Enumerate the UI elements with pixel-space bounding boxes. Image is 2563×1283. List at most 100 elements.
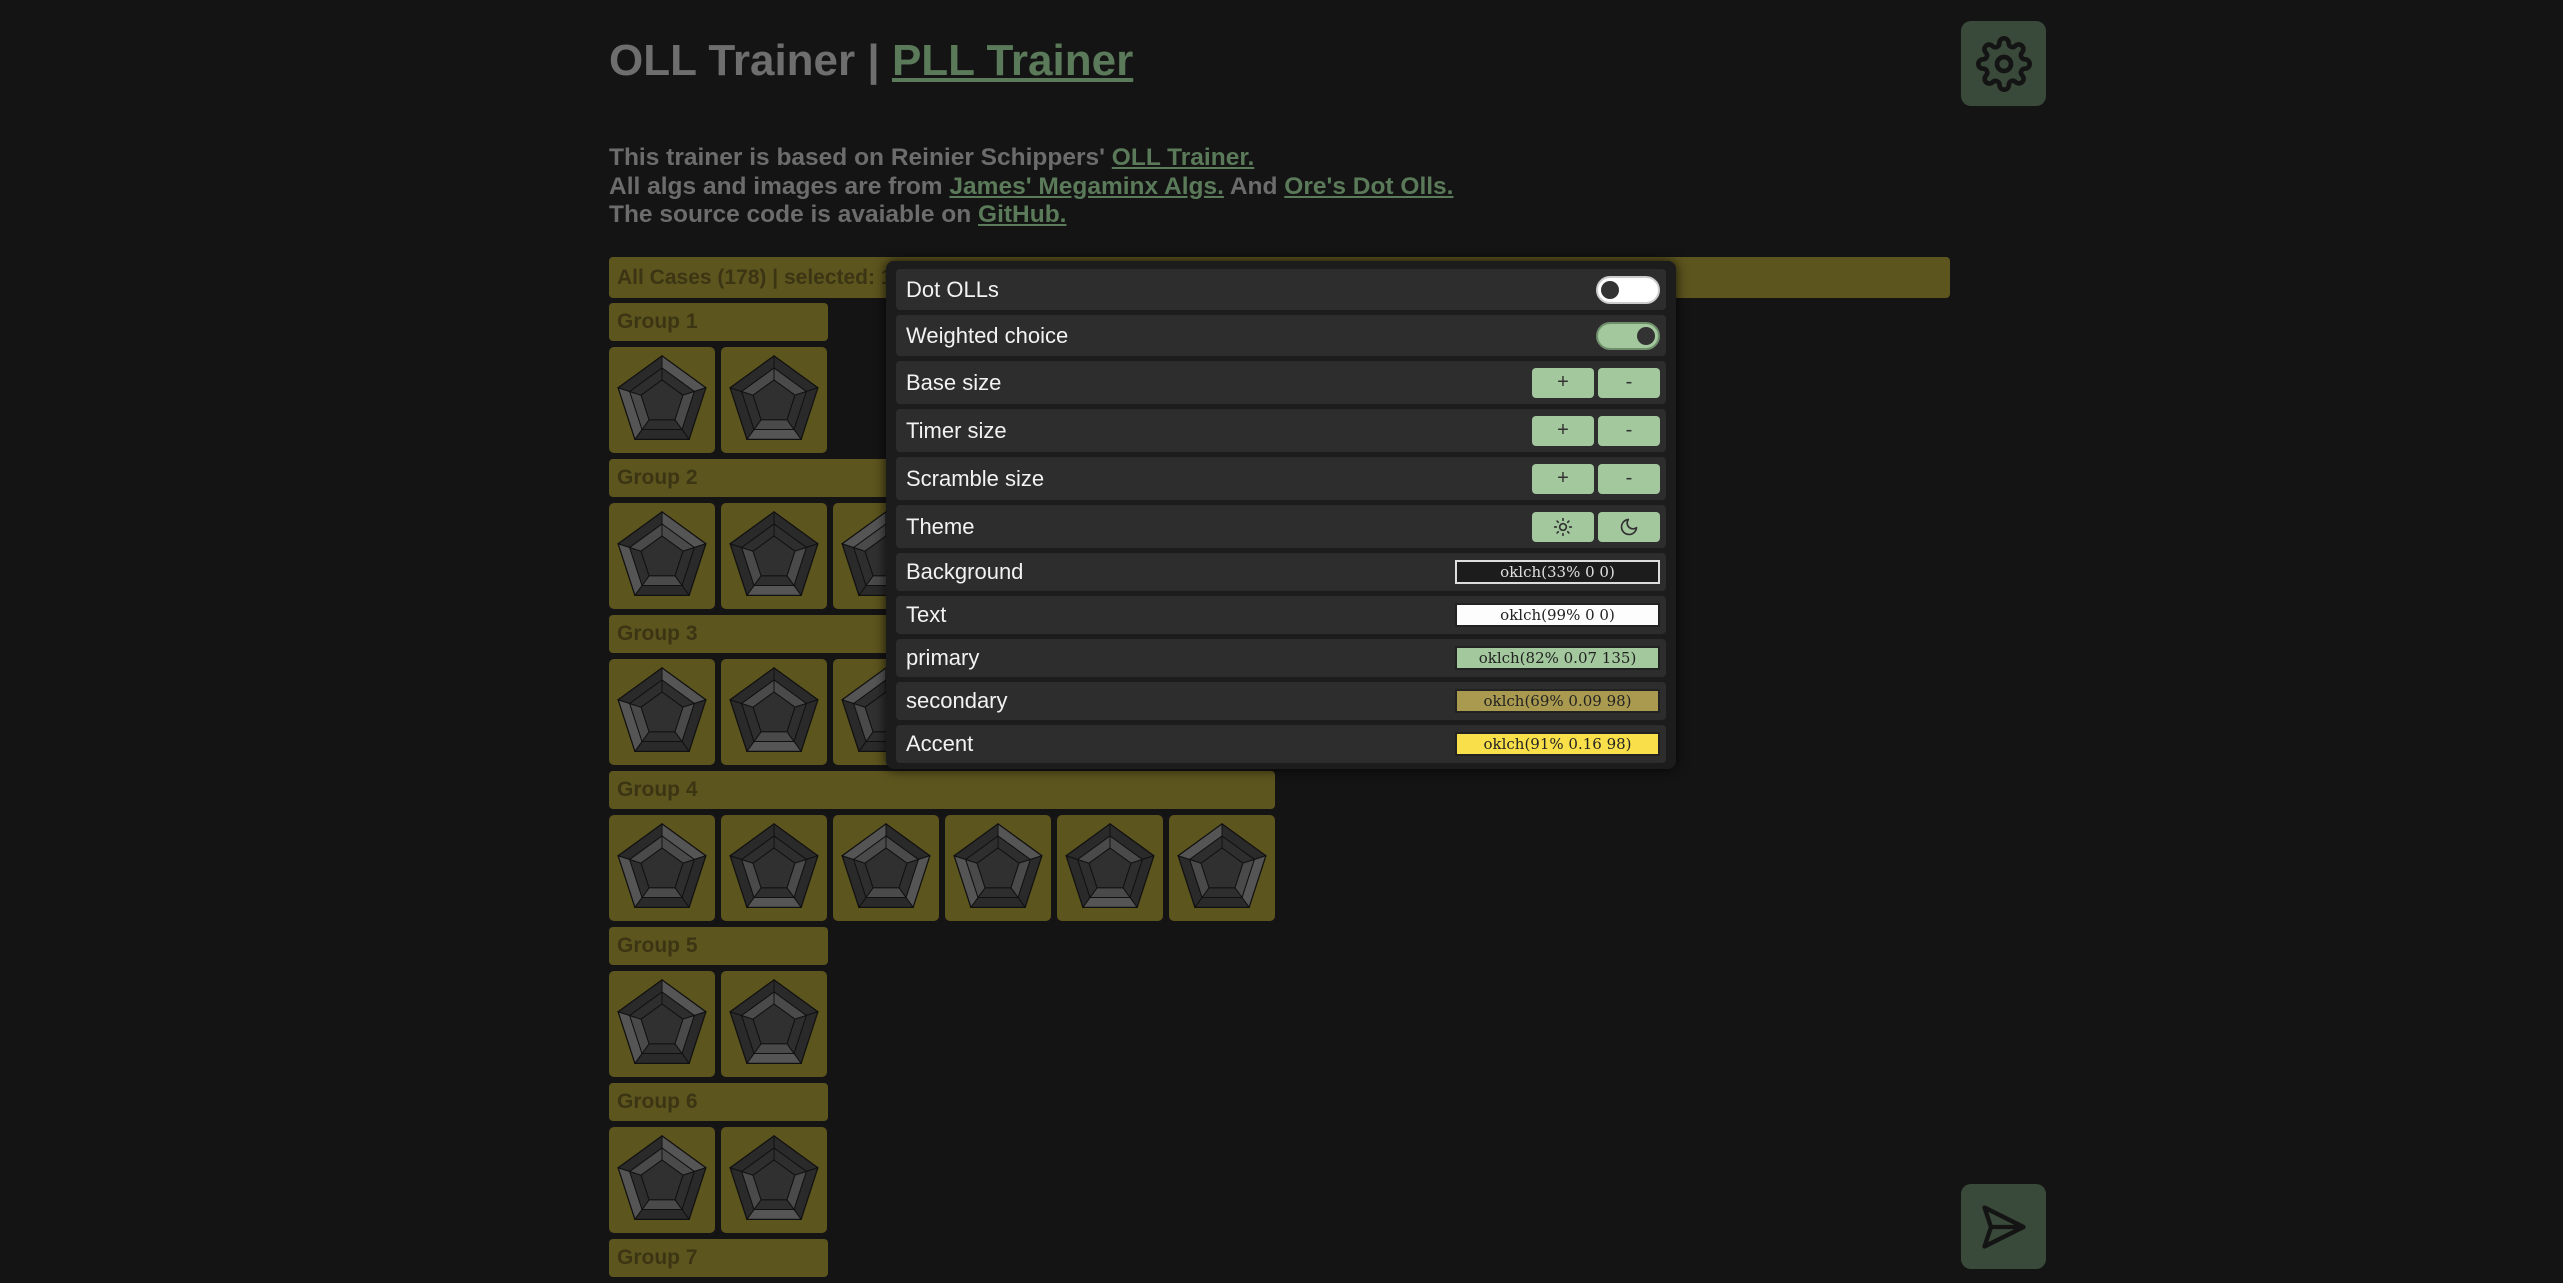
setting-primary: primary oklch(82% 0.07 135) <box>896 639 1666 677</box>
case-tile[interactable] <box>1057 815 1163 921</box>
title-separator: | <box>867 36 880 85</box>
megaminx-case-icon <box>617 1135 707 1221</box>
all-cases-label: All Cases (178) | selected: 1 <box>617 266 893 289</box>
group-label: Group 7 <box>617 1246 698 1269</box>
send-button[interactable] <box>1961 1184 2046 1269</box>
setting-background: Background oklch(33% 0 0) <box>896 553 1666 591</box>
megaminx-case-icon <box>1065 823 1155 909</box>
megaminx-case-icon <box>729 1135 819 1221</box>
toggle-knob <box>1601 280 1619 299</box>
setting-label: Weighted choice <box>906 322 1069 348</box>
timer-size-minus-button[interactable]: - <box>1598 415 1660 446</box>
oll-trainer-title: OLL Trainer <box>609 36 856 85</box>
case-tile[interactable] <box>609 971 715 1077</box>
megaminx-case-icon <box>729 667 819 753</box>
setting-timer-size: Timer size + - <box>896 409 1666 452</box>
megaminx-case-icon <box>729 979 819 1065</box>
megaminx-case-icon <box>1177 823 1267 909</box>
case-tile[interactable] <box>945 815 1051 921</box>
group-label: Group 6 <box>617 1090 698 1113</box>
intro-line-1: This trainer is based on Reinier Schippe… <box>609 144 1453 173</box>
toggle-knob <box>1637 326 1655 345</box>
case-tile[interactable] <box>609 347 715 453</box>
sun-icon <box>1553 517 1573 536</box>
case-tile[interactable] <box>1169 815 1275 921</box>
setting-secondary: secondary oklch(69% 0.09 98) <box>896 682 1666 720</box>
case-tile[interactable] <box>721 1127 827 1233</box>
pll-trainer-link[interactable]: PLL Trainer <box>892 36 1133 85</box>
group-label: Group 3 <box>617 622 698 645</box>
text-color-input[interactable]: oklch(99% 0 0) <box>1455 603 1660 627</box>
megaminx-case-icon <box>729 823 819 909</box>
scramble-size-minus-button[interactable]: - <box>1598 463 1660 494</box>
setting-theme: Theme <box>896 505 1666 548</box>
group-label: Group 2 <box>617 466 698 489</box>
group-label: Group 5 <box>617 934 698 957</box>
megaminx-algs-link[interactable]: James' Megaminx Algs. <box>949 173 1224 200</box>
group-header[interactable]: Group 1 <box>609 303 828 341</box>
send-icon <box>1981 1204 2026 1249</box>
setting-base-size: Base size + - <box>896 361 1666 404</box>
base-size-buttons: + - <box>1532 367 1660 398</box>
megaminx-case-icon <box>617 355 707 441</box>
megaminx-case-icon <box>617 511 707 597</box>
moon-icon <box>1620 518 1638 535</box>
background-color-input[interactable]: oklch(33% 0 0) <box>1455 560 1660 584</box>
secondary-color-input[interactable]: oklch(69% 0.09 98) <box>1455 689 1660 713</box>
setting-accent: Accent oklch(91% 0.16 98) <box>896 725 1666 763</box>
base-size-minus-button[interactable]: - <box>1598 367 1660 398</box>
megaminx-case-icon <box>617 823 707 909</box>
github-link[interactable]: GitHub. <box>978 201 1066 228</box>
group-header[interactable]: Group 7 <box>609 1239 828 1277</box>
megaminx-case-icon <box>729 511 819 597</box>
setting-label: Dot OLLs <box>906 276 999 302</box>
group-label: Group 4 <box>617 778 698 801</box>
case-tile[interactable] <box>609 1127 715 1233</box>
megaminx-case-icon <box>617 667 707 753</box>
intro-line-2-text: All algs and images are from <box>609 172 943 200</box>
case-tile[interactable] <box>721 659 827 765</box>
settings-button[interactable] <box>1961 21 2046 106</box>
scramble-size-buttons: + - <box>1532 463 1660 494</box>
dot-olls-link[interactable]: Ore's Dot Olls. <box>1284 173 1453 200</box>
page-title: OLL Trainer | PLL Trainer <box>609 36 1133 86</box>
megaminx-case-icon <box>953 823 1043 909</box>
accent-color-input[interactable]: oklch(91% 0.16 98) <box>1455 732 1660 756</box>
weighted-choice-toggle[interactable] <box>1596 321 1660 350</box>
group-header[interactable]: Group 6 <box>609 1083 828 1121</box>
megaminx-case-icon <box>841 823 931 909</box>
intro-line-1-text: This trainer is based on Reinier Schippe… <box>609 144 1105 171</box>
case-tile[interactable] <box>721 503 827 609</box>
theme-dark-button[interactable] <box>1598 511 1660 542</box>
dot-olls-toggle[interactable] <box>1596 275 1660 304</box>
base-size-plus-button[interactable]: + <box>1532 367 1594 398</box>
setting-dot-olls: Dot OLLs <box>896 269 1666 310</box>
gear-icon <box>1975 35 2032 92</box>
case-tile[interactable] <box>609 503 715 609</box>
intro-line-3-text: The source code is avaiable on <box>609 201 972 228</box>
case-tile[interactable] <box>721 347 827 453</box>
case-tile[interactable] <box>721 815 827 921</box>
theme-buttons <box>1532 511 1660 542</box>
intro-text: This trainer is based on Reinier Schippe… <box>609 144 1453 230</box>
primary-color-input[interactable]: oklch(82% 0.07 135) <box>1455 646 1660 670</box>
settings-modal: Dot OLLs Weighted choice Base size + - T… <box>886 261 1676 769</box>
megaminx-case-icon <box>729 355 819 441</box>
theme-light-button[interactable] <box>1532 511 1594 542</box>
case-tile[interactable] <box>833 815 939 921</box>
scramble-size-plus-button[interactable]: + <box>1532 463 1594 494</box>
case-tile[interactable] <box>609 659 715 765</box>
case-tile[interactable] <box>609 815 715 921</box>
intro-line-3: The source code is avaiable on GitHub. <box>609 201 1453 230</box>
group-header[interactable]: Group 5 <box>609 927 828 965</box>
oll-trainer-link[interactable]: OLL Trainer. <box>1112 144 1255 171</box>
case-tile[interactable] <box>721 971 827 1077</box>
timer-size-plus-button[interactable]: + <box>1532 415 1594 446</box>
timer-size-buttons: + - <box>1532 415 1660 446</box>
group-header[interactable]: Group 4 <box>609 771 1275 809</box>
setting-weighted-choice: Weighted choice <box>896 315 1666 356</box>
group-label: Group 1 <box>617 310 698 333</box>
intro-line-2: All algs and images are from James' Mega… <box>609 173 1453 202</box>
setting-text: Text oklch(99% 0 0) <box>896 596 1666 634</box>
megaminx-case-icon <box>617 979 707 1065</box>
